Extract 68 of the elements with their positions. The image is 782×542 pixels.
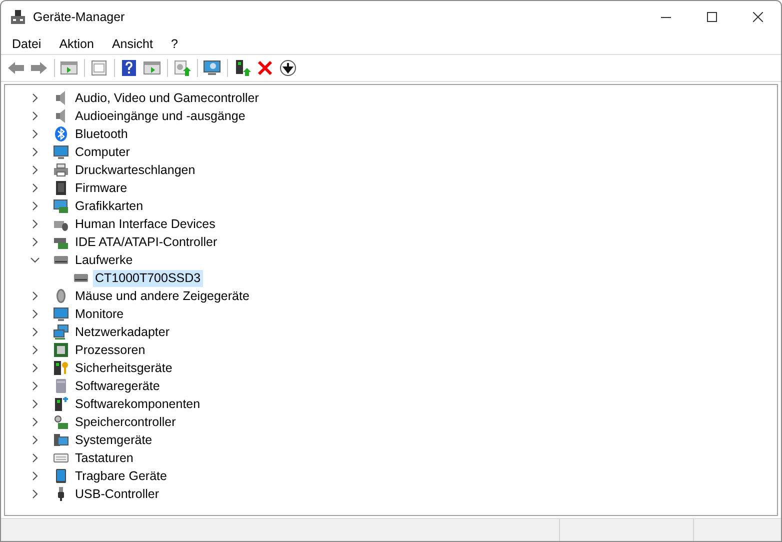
tablet-icon <box>53 468 69 484</box>
bluetooth-icon <box>53 126 69 142</box>
chevron-icon[interactable] <box>30 111 40 121</box>
network-icon <box>53 324 69 340</box>
system-icon <box>53 432 69 448</box>
chevron-icon[interactable] <box>30 93 40 103</box>
chevron-icon[interactable] <box>30 147 40 157</box>
tree-item[interactable]: Computer <box>73 144 132 160</box>
menu-item[interactable]: Aktion <box>52 36 101 50</box>
menu-item[interactable]: ? <box>164 36 185 50</box>
chevron-icon[interactable] <box>30 399 40 409</box>
chevron-icon[interactable] <box>30 345 40 355</box>
menu-item[interactable]: Ansicht <box>104 36 160 50</box>
tree-item[interactable]: Mäuse und andere Zeigegeräte <box>73 288 252 304</box>
tree-item[interactable]: CT1000T700SSD3 <box>93 270 203 286</box>
chevron-icon[interactable] <box>30 327 40 337</box>
download-icon[interactable] <box>277 57 299 79</box>
chevron-icon[interactable] <box>30 417 40 427</box>
key-icon <box>53 360 69 376</box>
tree-item[interactable]: Tragbare Geräte <box>73 468 169 484</box>
close-icon[interactable] <box>753 12 763 22</box>
chevron-icon[interactable] <box>30 309 40 319</box>
component-icon <box>53 396 69 412</box>
chevron-icon[interactable] <box>30 381 40 391</box>
tree-item[interactable]: Netzwerkadapter <box>73 324 172 340</box>
chevron-icon[interactable] <box>30 453 40 463</box>
tree-item[interactable]: Druckwarteschlangen <box>73 162 198 178</box>
chevron-icon[interactable] <box>30 129 40 139</box>
tower-icon <box>53 378 69 394</box>
tree-item[interactable]: Softwaregeräte <box>73 378 162 394</box>
tree-item[interactable]: Monitore <box>73 306 126 322</box>
tree-item[interactable]: Sicherheitsgeräte <box>73 360 174 376</box>
processor-icon <box>53 342 69 358</box>
display-card-icon <box>53 198 69 214</box>
tree-item[interactable]: Bluetooth <box>73 126 130 142</box>
chevron-icon[interactable] <box>30 291 40 301</box>
chevron-icon[interactable] <box>30 489 40 499</box>
chip-card-icon <box>53 180 69 196</box>
window-title: Geräte-Manager <box>33 10 125 24</box>
monitor-icon <box>53 144 69 160</box>
chevron-icon[interactable] <box>30 363 40 373</box>
tree-item[interactable]: Audio, Video und Gamecontroller <box>73 90 261 106</box>
tree-item[interactable]: Human Interface Devices <box>73 216 218 232</box>
chevron-icon[interactable] <box>30 219 40 229</box>
chevron-icon[interactable] <box>30 201 40 211</box>
maximize-icon[interactable] <box>707 12 717 22</box>
menu-item[interactable]: Datei <box>5 36 48 50</box>
tree-item[interactable]: Audioeingänge und -ausgänge <box>73 108 248 124</box>
tree-item[interactable]: Tastaturen <box>73 450 136 466</box>
tree-item[interactable]: Firmware <box>73 180 130 196</box>
printer-icon <box>53 162 69 178</box>
chevron-icon[interactable] <box>30 471 40 481</box>
tree-item[interactable]: IDE ATA/ATAPI-Controller <box>73 234 220 250</box>
tree-item[interactable]: Grafikkarten <box>73 198 146 214</box>
chevron-icon[interactable] <box>30 237 40 247</box>
tree-item[interactable]: Systemgeräte <box>73 432 154 448</box>
storage-icon <box>53 414 69 430</box>
chevron-icon[interactable] <box>30 255 40 265</box>
monitor-icon <box>53 306 69 322</box>
app-icon <box>11 10 25 24</box>
tree-item[interactable]: Speichercontroller <box>73 414 178 430</box>
tree-item[interactable]: Softwarekomponenten <box>73 396 202 412</box>
chevron-icon[interactable] <box>30 435 40 445</box>
chevron-icon[interactable] <box>30 165 40 175</box>
tree-item[interactable]: USB-Controller <box>73 486 162 502</box>
tree-item[interactable]: Laufwerke <box>73 252 135 268</box>
chevron-icon[interactable] <box>30 183 40 193</box>
tree-item[interactable]: Prozessoren <box>73 342 148 358</box>
